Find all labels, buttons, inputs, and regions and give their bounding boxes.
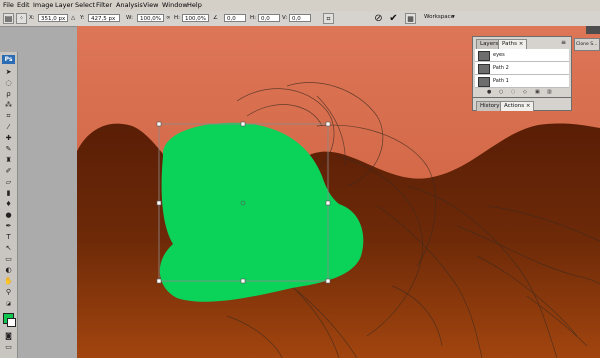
pen-tool-icon[interactable]: ✒ — [3, 222, 14, 230]
marquee-tool-icon[interactable]: ◌ — [3, 79, 14, 87]
menu-file[interactable]: File — [3, 1, 14, 9]
menu-filter[interactable]: Filter — [96, 1, 112, 9]
chevron-down-icon[interactable]: ▾ — [452, 14, 455, 20]
menu-image[interactable]: Image — [33, 1, 53, 9]
angle-field[interactable]: 0,0 — [224, 14, 246, 22]
path-row-path-2[interactable]: Path 2 — [475, 62, 569, 75]
panel-menu-icon[interactable]: ≡ — [561, 39, 566, 46]
healing-brush-tool-icon[interactable]: ✚ — [3, 134, 14, 142]
delete-path-icon[interactable]: ▥ — [547, 89, 552, 95]
hskew-label: H: — [250, 15, 256, 21]
blur-tool-icon[interactable]: ♦ — [3, 200, 14, 208]
rotate-icon: ∠ — [213, 15, 218, 21]
crop-tool-icon[interactable]: ⌗ — [3, 112, 14, 120]
stroke-path-icon[interactable]: ○ — [499, 89, 503, 95]
path-thumbnail — [478, 51, 490, 61]
bridge-icon[interactable]: ▦ — [405, 13, 416, 24]
menu-view[interactable]: View — [143, 1, 158, 9]
tab-actions[interactable]: Actions × — [500, 101, 535, 111]
reference-point-icon[interactable]: ⁘ — [16, 13, 27, 24]
chain-icon[interactable]: ∞ — [166, 15, 171, 21]
path-thumbnail — [478, 64, 490, 74]
w-label: W: — [126, 15, 133, 21]
eyedropper-tool-icon[interactable]: ⁄ — [3, 123, 14, 131]
background-color-swatch[interactable] — [7, 318, 16, 327]
w-field[interactable]: 100,0% — [137, 14, 164, 22]
path-name: Path 2 — [493, 65, 509, 71]
move-tool-icon[interactable]: ➤ — [3, 68, 14, 76]
warp-icon[interactable]: ⌗ — [323, 13, 334, 24]
path-row-path-1[interactable]: Path 1 — [475, 75, 569, 88]
vskew-label: V: — [282, 15, 288, 21]
menu-layer[interactable]: Layer — [55, 1, 73, 9]
zoom-tool-icon[interactable]: ⚲ — [3, 288, 14, 296]
fill-path-icon[interactable]: ● — [487, 89, 491, 95]
menu-window[interactable]: Window — [162, 1, 188, 9]
hand-tool-icon[interactable]: ✋ — [3, 277, 14, 285]
path-name: eyes — [493, 52, 505, 58]
dodge-tool-icon[interactable]: ● — [3, 211, 14, 219]
x-label: X: — [29, 15, 35, 21]
panel-dock-collapse[interactable] — [586, 26, 600, 34]
y-label: Y: — [80, 15, 85, 21]
new-path-icon[interactable]: ▣ — [535, 89, 540, 95]
h-field[interactable]: 100,0% — [182, 14, 209, 22]
tool-preset-picker[interactable]: ▤ — [3, 13, 14, 24]
menu-edit[interactable]: Edit — [17, 1, 30, 9]
path-thumbnail — [478, 77, 490, 87]
make-path-icon[interactable]: ◇ — [523, 89, 527, 95]
brush-tool-icon[interactable]: ✎ — [3, 145, 14, 153]
magic-wand-tool-icon[interactable]: ⁂ — [3, 101, 14, 109]
path-name: Path 1 — [493, 78, 509, 84]
load-selection-icon[interactable]: ◌ — [511, 89, 515, 95]
history-actions-panel: History Actions × — [472, 97, 572, 111]
cancel-transform-icon[interactable]: ⊘ — [373, 13, 384, 24]
tab-paths-label: Paths — [502, 41, 517, 47]
tab-paths[interactable]: Paths × — [498, 39, 528, 49]
screen-mode-icon[interactable]: ▭ — [3, 343, 14, 351]
options-bar: ▤ ⁘ X: 351,0 px △ Y: 427,5 px W: 100,0% … — [0, 11, 600, 27]
clone-stamp-tool-icon[interactable]: ♜ — [3, 156, 14, 164]
clone-source-panel[interactable]: Clone S... — [574, 38, 600, 51]
default-colors-icon[interactable]: ◪ — [3, 300, 14, 308]
clone-source-label: Clone S... — [576, 42, 598, 47]
type-tool-icon[interactable]: T — [3, 233, 14, 241]
link-icon[interactable]: △ — [71, 15, 75, 21]
h-label: H: — [174, 15, 180, 21]
gradient-tool-icon[interactable]: ▮ — [3, 189, 14, 197]
hskew-field[interactable]: 0,0 — [258, 14, 280, 22]
menu-help[interactable]: Help — [187, 1, 202, 9]
y-field[interactable]: 427,5 px — [88, 14, 120, 22]
eraser-tool-icon[interactable]: ▱ — [3, 178, 14, 186]
workspace-menu[interactable]: Workspace — [424, 14, 454, 20]
tab-actions-label: Actions — [504, 103, 525, 109]
menu-analysis[interactable]: Analysis — [116, 1, 143, 9]
commit-transform-icon[interactable]: ✔ — [388, 13, 399, 24]
path-selection-tool-icon[interactable]: ↖ — [3, 244, 14, 252]
3d-rotate-tool-icon[interactable]: ◐ — [3, 266, 14, 274]
shape-tool-icon[interactable]: ▭ — [3, 255, 14, 263]
lasso-tool-icon[interactable]: ρ — [3, 90, 14, 98]
x-field[interactable]: 351,0 px — [38, 14, 68, 22]
menu-select[interactable]: Select — [75, 1, 95, 9]
quick-mask-icon[interactable]: ◙ — [3, 332, 14, 340]
history-brush-tool-icon[interactable]: ✐ — [3, 167, 14, 175]
vskew-field[interactable]: 0,0 — [289, 14, 311, 22]
ps-logo: Ps — [2, 55, 15, 64]
path-actions-bar: ● ○ ◌ ◇ ▣ ▥ — [475, 89, 569, 96]
path-row-eyes[interactable]: eyes — [475, 49, 569, 62]
